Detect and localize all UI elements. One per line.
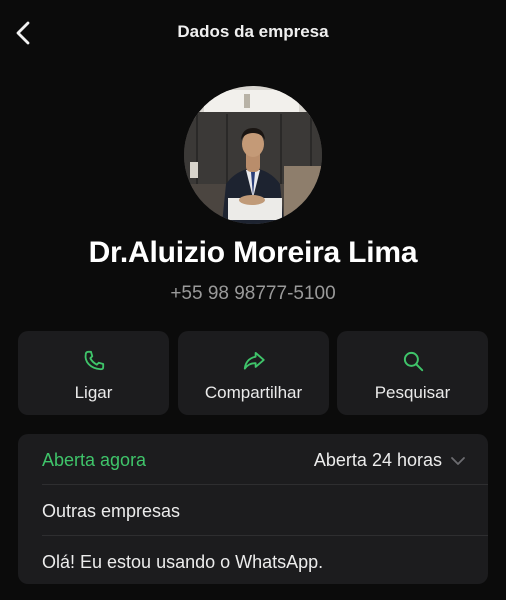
business-hours-row[interactable]: Aberta agora Aberta 24 horas: [18, 434, 488, 484]
business-name: Dr.Aluizio Moreira Lima: [88, 236, 418, 269]
call-label: Ligar: [74, 383, 113, 402]
search-button[interactable]: Pesquisar: [337, 331, 488, 415]
about-row[interactable]: Olá! Eu estou usando o WhatsApp.: [18, 536, 488, 584]
hours-text: Aberta 24 horas: [313, 450, 442, 470]
search-icon: [403, 351, 423, 372]
business-info-screen: Dados da empresa Dr.Aluizio Moreira Lima…: [0, 0, 506, 600]
other-businesses-row[interactable]: Outras empresas: [18, 485, 488, 535]
hours-summary[interactable]: Aberta 24 horas: [314, 450, 466, 471]
about-text: Olá! Eu estou usando o WhatsApp.: [42, 552, 324, 572]
profile-avatar[interactable]: [184, 86, 322, 224]
share-arrow-icon: [243, 351, 265, 370]
action-buttons: Ligar Compartilhar Pesquisar: [18, 331, 488, 415]
profile-photo: [184, 86, 322, 224]
business-phone[interactable]: +55 98 98777-5100: [0, 283, 506, 305]
header: Dados da empresa: [0, 0, 506, 66]
phone-icon: [84, 350, 104, 371]
share-button[interactable]: Compartilhar: [178, 331, 329, 415]
other-businesses-label: Outras empresas: [42, 501, 181, 521]
call-button[interactable]: Ligar: [18, 331, 169, 415]
open-status: Aberta agora: [42, 450, 147, 470]
page-title: Dados da empresa: [177, 22, 329, 41]
search-label: Pesquisar: [374, 383, 451, 402]
share-label: Compartilhar: [204, 383, 303, 402]
chevron-down-icon: [451, 456, 465, 465]
business-info-card: Aberta agora Aberta 24 horas Outras empr…: [18, 434, 488, 584]
